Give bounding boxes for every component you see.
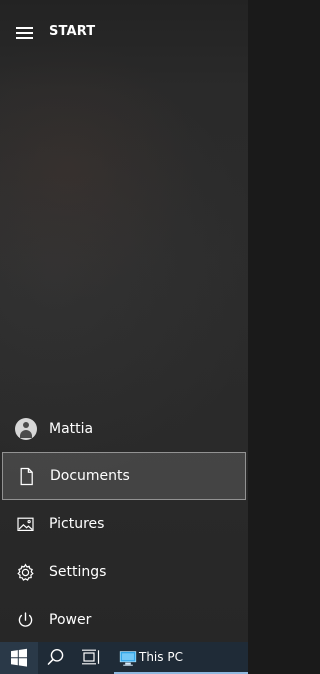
search-icon [47, 649, 64, 665]
power-icon [15, 610, 36, 631]
start-header: START [0, 12, 248, 52]
avatar-body [20, 430, 32, 438]
hamburger-icon[interactable] [16, 27, 33, 39]
gear-icon [15, 562, 36, 583]
windows-logo-icon [11, 648, 27, 667]
start-button[interactable] [0, 642, 38, 674]
documents-label: Documents [50, 468, 130, 484]
this-pc-label: This PC [139, 650, 183, 664]
power-label: Power [49, 612, 92, 628]
hamburger-line-middle [16, 32, 33, 34]
start-title: START [49, 24, 96, 39]
settings-label: Settings [49, 564, 107, 580]
this-pc-taskbar-button[interactable]: This PC [114, 642, 248, 674]
start-item-documents[interactable]: Documents [2, 452, 246, 500]
document-icon [16, 466, 37, 487]
pictures-svg [17, 517, 34, 531]
gear-svg [17, 563, 34, 581]
task-view-icon [82, 649, 100, 665]
avatar-head [23, 422, 29, 428]
taskbar: This PC [0, 642, 248, 674]
pictures-label: Pictures [49, 516, 105, 532]
power-svg [18, 612, 33, 627]
start-item-settings[interactable]: Settings [0, 548, 248, 596]
start-menu: START Mattia Documents Pictures Settings… [0, 0, 248, 642]
task-view-button[interactable] [74, 642, 110, 674]
hamburger-line-top [16, 27, 33, 29]
start-item-pictures[interactable]: Pictures [0, 500, 248, 548]
user-name-label: Mattia [49, 421, 94, 437]
start-item-user-mattia[interactable]: Mattia [0, 405, 248, 453]
pictures-icon [15, 514, 36, 535]
hamburger-line-bottom [16, 37, 33, 39]
user-avatar-icon [15, 418, 37, 440]
document-svg [20, 467, 33, 486]
this-pc-icon [119, 651, 137, 666]
search-button[interactable] [38, 642, 74, 674]
start-item-power[interactable]: Power [0, 596, 248, 642]
